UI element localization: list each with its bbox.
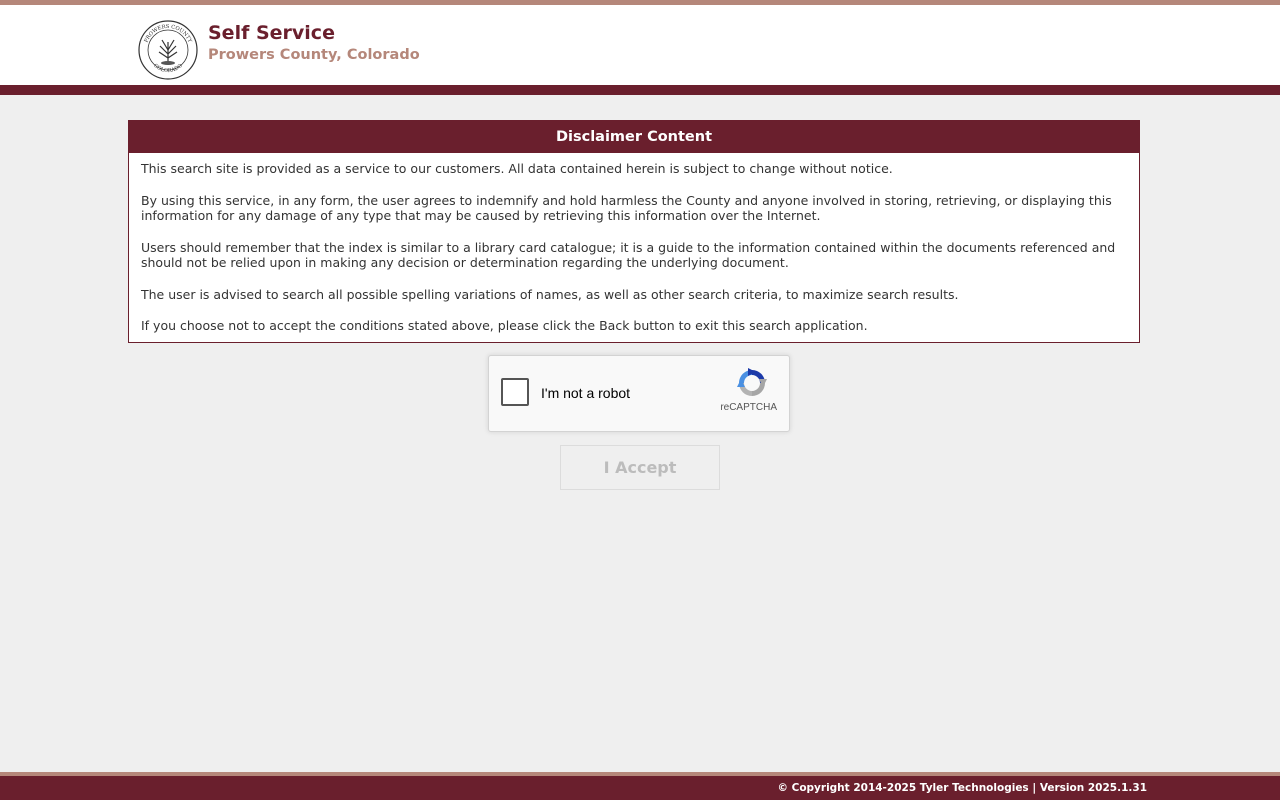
disclaimer-paragraph: Users should remember that the index is … bbox=[141, 239, 1116, 271]
accept-button[interactable]: I Accept bbox=[560, 445, 720, 490]
footer: © Copyright 2014-2025 Tyler Technologies… bbox=[0, 776, 1280, 800]
header: PROWERS COUNTY COLORADO Self Service Pro… bbox=[0, 5, 1280, 85]
footer-copyright: © Copyright 2014-2025 Tyler Technologies… bbox=[777, 782, 1147, 794]
recaptcha-brand: reCAPTCHA bbox=[720, 402, 777, 413]
recaptcha-widget: I'm not a robot reCAPTCHA bbox=[488, 355, 790, 432]
app-title: Self Service bbox=[208, 22, 335, 44]
disclaimer-paragraph: The user is advised to search all possib… bbox=[141, 286, 959, 302]
disclaimer-panel: Disclaimer Content This search site is p… bbox=[128, 120, 1140, 343]
disclaimer-heading: Disclaimer Content bbox=[129, 121, 1139, 153]
disclaimer-body: This search site is provided as a servic… bbox=[129, 153, 1139, 334]
app-subtitle: Prowers County, Colorado bbox=[208, 47, 420, 63]
recaptcha-label: I'm not a robot bbox=[541, 385, 631, 401]
disclaimer-paragraph: This search site is provided as a servic… bbox=[141, 161, 893, 176]
county-seal-icon: PROWERS COUNTY COLORADO bbox=[138, 20, 198, 80]
recaptcha-logo-icon bbox=[737, 368, 767, 396]
header-divider-bar bbox=[0, 85, 1280, 95]
disclaimer-paragraph: By using this service, in any form, the … bbox=[141, 192, 1112, 224]
recaptcha-checkbox[interactable] bbox=[501, 378, 529, 406]
disclaimer-paragraph: If you choose not to accept the conditio… bbox=[141, 318, 868, 333]
